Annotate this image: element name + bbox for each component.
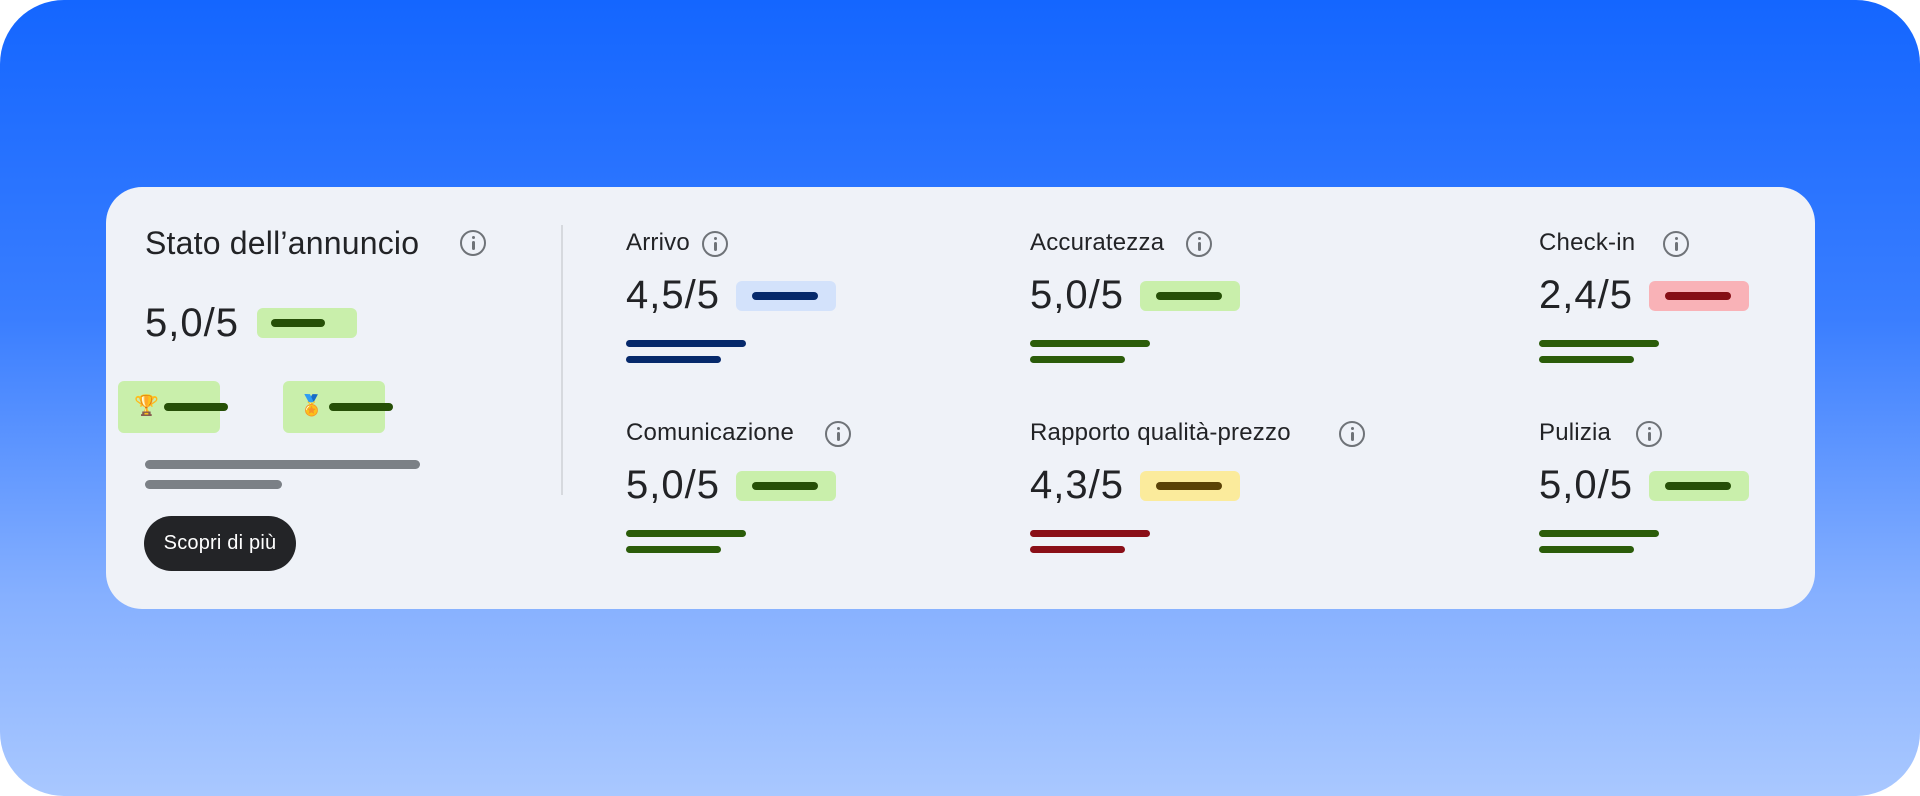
- redacted-line: [1156, 292, 1222, 300]
- discover-more-button[interactable]: Scopri di più: [144, 516, 296, 571]
- badge-trophy: 🏆: [118, 381, 228, 433]
- metric-label: Accuratezza: [1030, 229, 1165, 256]
- listing-status-card: Stato dell’annuncio 5,0/5 🏆 🏅 Scopri di …: [106, 187, 1815, 609]
- summary-score: 5,0/5: [145, 301, 239, 345]
- summary-status-pill: [257, 308, 357, 338]
- info-icon[interactable]: [1636, 421, 1662, 447]
- metric-communication: Comunicazione 5,0/5: [626, 419, 956, 559]
- summary-title: Stato dell’annuncio: [145, 225, 420, 261]
- redacted-line: [626, 356, 721, 363]
- redacted-line: [626, 546, 721, 553]
- redacted-line: [1030, 530, 1150, 537]
- info-icon[interactable]: [1339, 421, 1365, 447]
- metric-pill: [1140, 281, 1240, 311]
- metric-accuracy: Accuratezza 5,0/5: [1030, 229, 1360, 369]
- metric-pill: [1649, 471, 1749, 501]
- metric-label: Rapporto qualità-prezzo: [1030, 419, 1291, 446]
- redacted-line: [1539, 530, 1659, 537]
- redacted-line: [752, 482, 818, 490]
- redacted-line: [1030, 546, 1125, 553]
- metric-score: 4,5/5: [626, 273, 720, 317]
- info-icon[interactable]: [702, 231, 728, 257]
- redacted-line: [626, 530, 746, 537]
- column-divider: [561, 225, 563, 495]
- metric-pill: [1649, 281, 1749, 311]
- redacted-line: [752, 292, 818, 300]
- badge-medal: 🏅: [283, 381, 393, 433]
- redacted-line: [1665, 292, 1731, 300]
- redacted-line: [1156, 482, 1222, 490]
- redacted-line: [1539, 546, 1634, 553]
- trophy-icon: 🏆: [134, 395, 159, 417]
- background-canvas: Stato dell’annuncio 5,0/5 🏆 🏅 Scopri di …: [0, 0, 1920, 796]
- info-icon[interactable]: [1186, 231, 1212, 257]
- info-icon[interactable]: [460, 230, 486, 256]
- redacted-line: [271, 319, 325, 327]
- redacted-line: [145, 460, 420, 469]
- metric-score: 2,4/5: [1539, 273, 1633, 317]
- medal-icon: 🏅: [299, 395, 324, 417]
- info-icon[interactable]: [1663, 231, 1689, 257]
- metric-score: 5,0/5: [1539, 463, 1633, 507]
- metric-pill: [736, 281, 836, 311]
- metric-check-in: Check-in 2,4/5: [1539, 229, 1869, 369]
- metric-label: Comunicazione: [626, 419, 795, 446]
- metric-score: 4,3/5: [1030, 463, 1124, 507]
- redacted-line: [145, 480, 282, 489]
- redacted-line: [626, 340, 746, 347]
- metric-label: Check-in: [1539, 229, 1636, 256]
- redacted-line: [1539, 356, 1634, 363]
- metric-value-for-money: Rapporto qualità-prezzo 4,3/5: [1030, 419, 1365, 559]
- redacted-line: [1030, 356, 1125, 363]
- redacted-line: [1030, 340, 1150, 347]
- info-icon[interactable]: [825, 421, 851, 447]
- redacted-line: [1539, 340, 1659, 347]
- metric-score: 5,0/5: [626, 463, 720, 507]
- metric-arrival: Arrivo 4,5/5: [626, 229, 956, 369]
- metric-cleanliness: Pulizia 5,0/5: [1539, 419, 1869, 559]
- metric-label: Arrivo: [626, 229, 690, 256]
- redacted-line: [164, 403, 228, 411]
- metric-pill: [736, 471, 836, 501]
- metric-label: Pulizia: [1539, 419, 1612, 446]
- metric-pill: [1140, 471, 1240, 501]
- redacted-line: [329, 403, 393, 411]
- metric-score: 5,0/5: [1030, 273, 1124, 317]
- redacted-line: [1665, 482, 1731, 490]
